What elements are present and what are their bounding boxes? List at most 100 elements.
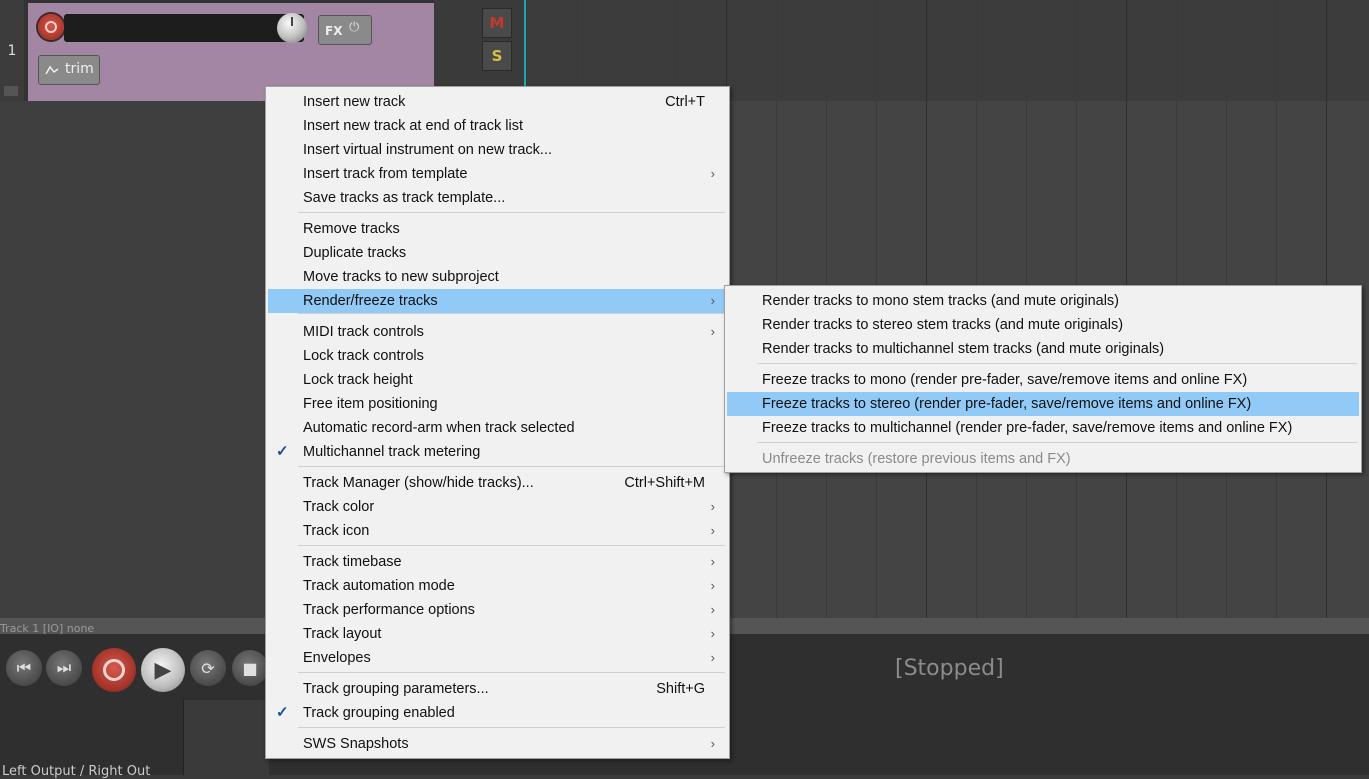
menu-item-track-layout[interactable]: Track layout › (268, 622, 727, 646)
menu-item-duplicate-tracks[interactable]: Duplicate tracks (268, 241, 727, 265)
menu-item-insert-virtual-instrument-on-new-track[interactable]: Insert virtual instrument on new track..… (268, 138, 727, 162)
transport-status: [Stopped] (895, 656, 1004, 681)
menu-separator (298, 466, 725, 467)
render-freeze-submenu: Render tracks to mono stem tracks (and m… (724, 285, 1362, 473)
menu-item-insert-new-track-at-end-of-track-list[interactable]: Insert new track at end of track list (268, 114, 727, 138)
track-context-menu: Insert new track Ctrl+T Insert new track a… (265, 86, 730, 759)
chevron-right-icon: › (710, 324, 715, 339)
menu-separator (757, 442, 1357, 443)
menu-item-label: Render tracks to stereo stem tracks (and… (762, 317, 1124, 333)
trim-label: trim (65, 61, 94, 77)
menu-item-lock-track-height[interactable]: Lock track height (268, 368, 727, 392)
menu-item-insert-new-track[interactable]: Insert new track Ctrl+T (268, 90, 727, 114)
submenu-item-unfreeze-tracks-restore-previous-items-and-fx: Unfreeze tracks (restore previous items … (727, 447, 1359, 471)
menu-item-envelopes[interactable]: Envelopes › (268, 646, 727, 670)
menu-item-label: Insert virtual instrument on new track..… (303, 142, 553, 158)
menu-item-label: Track color (303, 499, 375, 515)
shortcut-label: Shift+G (656, 681, 705, 697)
submenu-item-render-tracks-to-stereo-stem-tracks-and-mute-originals[interactable]: Render tracks to stereo stem tracks (and… (727, 313, 1359, 337)
horizontal-scrollbar[interactable] (730, 622, 1369, 630)
submenu-item-render-tracks-to-multichannel-stem-tracks-and-mute-originals[interactable]: Render tracks to multichannel stem track… (727, 337, 1359, 361)
automation-trim-button[interactable]: trim (38, 55, 100, 85)
record-arm-button[interactable] (38, 14, 64, 40)
menu-item-label: Freeze tracks to stereo (render pre-fade… (762, 396, 1252, 412)
menu-item-track-performance-options[interactable]: Track performance options › (268, 598, 727, 622)
menu-item-label: Insert new track (303, 94, 406, 110)
folder-icon[interactable] (4, 86, 18, 96)
play-icon: ▶ (154, 657, 172, 683)
submenu-item-freeze-tracks-to-mono-render-pre-fader-save-remove-items-and-online-fx[interactable]: Freeze tracks to mono (render pre-fader,… (727, 368, 1359, 392)
menu-item-label: Save tracks as track template... (303, 190, 506, 206)
menu-item-label: Render/freeze tracks (303, 293, 438, 309)
repeat-button[interactable]: ⟳ (190, 650, 226, 686)
menu-separator (298, 313, 725, 314)
submenu-item-freeze-tracks-to-multichannel-render-pre-fader-save-remove-items-and-online-fx[interactable]: Freeze tracks to multichannel (render pr… (727, 416, 1359, 440)
menu-separator (757, 363, 1357, 364)
menu-item-insert-track-from-template[interactable]: Insert track from template › (268, 162, 727, 186)
menu-item-move-tracks-to-new-subproject[interactable]: Move tracks to new subproject (268, 265, 727, 289)
stop-button[interactable]: ■ (232, 650, 268, 686)
submenu-item-freeze-tracks-to-stereo-render-pre-fader-save-remove-items-and-online-fx[interactable]: Freeze tracks to stereo (render pre-fade… (727, 392, 1359, 416)
chevron-right-icon: › (710, 578, 715, 593)
chevron-right-icon: › (710, 650, 715, 665)
menu-item-label: Multichannel track metering (303, 444, 481, 460)
menu-item-track-color[interactable]: Track color › (268, 495, 727, 519)
menu-item-track-grouping-enabled[interactable]: ✓ Track grouping enabled (268, 701, 727, 725)
power-icon[interactable]: ⏻ (349, 20, 367, 38)
menu-item-lock-track-controls[interactable]: Lock track controls (268, 344, 727, 368)
chevron-right-icon: › (710, 554, 715, 569)
menu-item-track-timebase[interactable]: Track timebase › (268, 550, 727, 574)
play-button[interactable]: ▶ (141, 648, 185, 692)
chevron-right-icon: › (710, 736, 715, 751)
menu-item-track-manager-show-hide-tracks[interactable]: Track Manager (show/hide tracks)... Ctrl+… (268, 471, 727, 495)
skip-to-end-button[interactable]: ⏭ (46, 650, 82, 686)
menu-item-midi-track-controls[interactable]: MIDI track controls › (268, 320, 727, 344)
chevron-right-icon: › (710, 626, 715, 641)
check-icon: ✓ (276, 443, 289, 460)
menu-item-label: Envelopes (303, 650, 371, 666)
mute-button[interactable]: M (482, 8, 512, 38)
menu-item-multichannel-track-metering[interactable]: ✓ Multichannel track metering (268, 440, 727, 464)
chevron-right-icon: › (710, 602, 715, 617)
mixer-strip[interactable] (183, 700, 269, 775)
fx-label: FX (325, 24, 343, 38)
menu-item-remove-tracks[interactable]: Remove tracks (268, 217, 727, 241)
menu-item-label: Track grouping parameters... (303, 681, 489, 697)
menu-item-label: Track icon (303, 523, 370, 539)
menu-item-track-icon[interactable]: Track icon › (268, 519, 727, 543)
menu-item-label: Track timebase (303, 554, 402, 570)
chevron-right-icon: › (710, 293, 715, 308)
submenu-item-render-tracks-to-mono-stem-tracks-and-mute-originals[interactable]: Render tracks to mono stem tracks (and m… (727, 289, 1359, 313)
menu-item-label: Duplicate tracks (303, 245, 407, 261)
menu-item-label: Insert track from template (303, 166, 468, 182)
menu-item-label: Free item positioning (303, 396, 438, 412)
skip-start-icon: ⏮ (16, 658, 32, 677)
menu-item-label: Track Manager (show/hide tracks)... (303, 475, 534, 491)
menu-item-render-freeze-tracks[interactable]: Render/freeze tracks › (268, 289, 727, 313)
menu-separator (298, 727, 725, 728)
menu-item-label: Render tracks to multichannel stem track… (762, 341, 1165, 357)
record-button[interactable] (92, 648, 136, 692)
repeat-icon: ⟳ (201, 658, 215, 678)
menu-item-label: Track layout (303, 626, 382, 642)
stop-icon: ■ (242, 658, 258, 678)
menu-item-free-item-positioning[interactable]: Free item positioning (268, 392, 727, 416)
menu-item-sws-snapshots[interactable]: SWS Snapshots › (268, 732, 727, 756)
track-name-field[interactable] (64, 14, 304, 42)
menu-item-label: Freeze tracks to mono (render pre-fader,… (762, 372, 1248, 388)
menu-item-label: Lock track height (303, 372, 413, 388)
solo-button[interactable]: S (482, 41, 512, 71)
shortcut-label: Ctrl+Shift+M (624, 475, 705, 491)
skip-to-start-button[interactable]: ⏮ (6, 650, 42, 686)
fx-button[interactable]: FX ⏻ (318, 15, 372, 45)
menu-separator (298, 672, 725, 673)
menu-item-track-grouping-parameters[interactable]: Track grouping parameters... Shift+G (268, 677, 727, 701)
menu-item-track-automation-mode[interactable]: Track automation mode › (268, 574, 727, 598)
menu-item-automatic-record-arm-when-track-selected[interactable]: Automatic record-arm when track selected (268, 416, 727, 440)
volume-knob[interactable] (277, 13, 307, 43)
menu-separator (298, 545, 725, 546)
menu-item-label: SWS Snapshots (303, 736, 409, 752)
menu-separator (298, 212, 725, 213)
menu-item-save-tracks-as-track-template[interactable]: Save tracks as track template... (268, 186, 727, 210)
track-info-text: Track 1 [IO] none (0, 622, 95, 635)
